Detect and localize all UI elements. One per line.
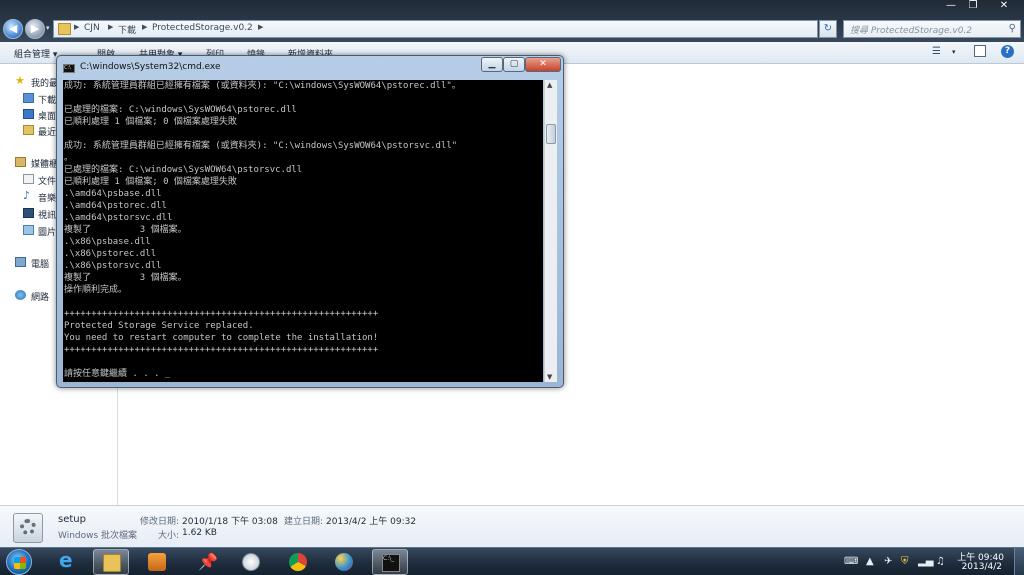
- media-player-icon: [148, 553, 166, 571]
- explorer-restore-button[interactable]: ❐: [962, 0, 984, 14]
- taskbar-app-chrome[interactable]: [280, 549, 316, 575]
- cmd-scrollbar[interactable]: ▲ ▼: [544, 80, 557, 382]
- pin-icon: 📌: [198, 552, 218, 571]
- nav-item-label: 最近: [38, 128, 57, 138]
- system-tray: ⌨ ▲ ✈ ⛨ ▂▄ ♫ 上午 09:40 2013/4/2: [844, 548, 1024, 575]
- recent-pages-dropdown-icon[interactable]: ▾: [46, 24, 50, 32]
- cmd-minimize-button[interactable]: ▁: [481, 57, 503, 72]
- forward-button[interactable]: ▶: [25, 19, 45, 39]
- cmd-window[interactable]: C:\ C:\windows\System32\cmd.exe ▁ ▢ ✕ 成功…: [56, 55, 564, 388]
- clock-date[interactable]: 2013/4/2: [962, 562, 1002, 572]
- cmd-window-title: C:\windows\System32\cmd.exe: [80, 62, 221, 72]
- taskbar-app-paint[interactable]: [326, 549, 362, 575]
- picture-icon: [23, 225, 34, 235]
- nav-item-label: 下載: [38, 96, 57, 106]
- breadcrumb-separator-icon[interactable]: ▶: [142, 23, 147, 31]
- gear-icon: [20, 519, 36, 535]
- details-created-label: 建立日期:: [284, 517, 324, 527]
- address-input[interactable]: ▶ CJN ▶ 下載 ▶ ProtectedStorage.v0.2 ▶ ▾: [53, 20, 862, 38]
- nav-item-label: 網路: [31, 293, 50, 303]
- refresh-button[interactable]: ↻: [819, 20, 837, 38]
- console-output[interactable]: 成功: 系統管理員群組已經擁有檔案 (或資料夾): "C:\windows\Sy…: [63, 80, 543, 382]
- cmd-maximize-button[interactable]: ▢: [503, 57, 525, 72]
- show-hidden-icons-icon[interactable]: ▲: [866, 556, 874, 567]
- console-text: 成功: 系統管理員群組已經擁有檔案 (或資料夾): "C:\windows\Sy…: [64, 81, 461, 379]
- nav-item-label: 圖片: [38, 228, 57, 238]
- scroll-up-icon[interactable]: ▲: [547, 81, 552, 89]
- breadcrumb-separator-icon[interactable]: ▶: [74, 23, 79, 31]
- desktop-icon: [23, 109, 34, 119]
- taskbar: e 📌 C:\_ ⌨ ▲ ✈ ⛨ ▂▄ ♫ 上午 09:40 2013/4/2: [0, 547, 1024, 575]
- internet-explorer-icon: e: [59, 548, 73, 572]
- star-icon: ★: [15, 74, 25, 87]
- cmd-icon: C:\_: [382, 554, 400, 572]
- breadcrumb-separator-icon[interactable]: ▶: [258, 23, 263, 31]
- organize-button[interactable]: 組合管理 ▾: [14, 47, 57, 60]
- scroll-down-icon[interactable]: ▼: [547, 373, 552, 381]
- network-icon: [15, 290, 26, 300]
- folder-icon: [58, 23, 71, 35]
- nav-item-label: 視訊: [38, 211, 57, 221]
- preview-pane-icon[interactable]: [974, 45, 986, 57]
- nav-item-label: 桌面: [38, 112, 57, 122]
- details-modified-value: 2010/1/18 下午 03:08: [182, 517, 278, 527]
- change-view-icon[interactable]: ☰: [932, 46, 941, 57]
- search-input[interactable]: 搜尋 ProtectedStorage.v0.2 ⚲: [843, 20, 1021, 38]
- computer-icon: [15, 257, 26, 267]
- search-icon[interactable]: ⚲: [1009, 23, 1016, 34]
- volume-icon[interactable]: ♫: [936, 556, 945, 567]
- taskbar-app-cmd[interactable]: C:\_: [372, 549, 408, 575]
- breadcrumb-separator-icon[interactable]: ▶: [108, 23, 113, 31]
- paint-icon: [335, 553, 353, 571]
- details-size-label: 大小:: [158, 531, 180, 541]
- nav-item-label: 文件: [38, 177, 57, 187]
- explorer-close-button[interactable]: ✕: [984, 0, 1024, 14]
- nav-item-label: 媒體櫃: [31, 160, 59, 170]
- flag-icon[interactable]: ✈: [884, 556, 892, 567]
- video-icon: [23, 208, 34, 218]
- folder-icon: [23, 93, 34, 103]
- breadcrumb-item[interactable]: ProtectedStorage.v0.2: [152, 23, 253, 33]
- batch-file-icon: [13, 513, 43, 543]
- taskbar-app-internet-explorer[interactable]: e: [49, 549, 85, 575]
- details-created-value: 2013/4/2 上午 09:32: [326, 517, 417, 527]
- nav-item-label: 電腦: [31, 260, 50, 270]
- taskbar-app-clock[interactable]: [233, 549, 269, 575]
- music-icon: ♪: [23, 189, 31, 202]
- details-pane: setup Windows 批次檔案 修改日期: 2010/1/18 下午 03…: [0, 505, 1024, 547]
- search-placeholder: 搜尋 ProtectedStorage.v0.2: [850, 26, 973, 36]
- show-desktop-button[interactable]: [1014, 548, 1024, 575]
- explorer-icon: [103, 554, 121, 572]
- view-dropdown-icon[interactable]: ▾: [952, 48, 956, 56]
- clock-app-icon: [242, 553, 260, 571]
- breadcrumb-item[interactable]: CJN: [84, 23, 100, 33]
- details-file-type: Windows 批次檔案: [58, 531, 138, 541]
- cmd-close-button[interactable]: ✕: [525, 57, 561, 72]
- breadcrumb-item[interactable]: 下載: [118, 23, 136, 36]
- details-file-name: setup: [58, 514, 86, 525]
- help-icon[interactable]: ?: [1001, 45, 1014, 58]
- start-button[interactable]: [6, 549, 32, 575]
- library-icon: [15, 157, 26, 167]
- cmd-icon[interactable]: C:\: [63, 64, 75, 73]
- explorer-minimize-button[interactable]: —: [940, 0, 962, 14]
- keyboard-icon[interactable]: ⌨: [844, 556, 858, 567]
- taskbar-app-media-player[interactable]: [139, 549, 175, 575]
- recent-icon: [23, 125, 34, 135]
- security-icon[interactable]: ⛨: [901, 556, 909, 567]
- details-size-value: 1.62 KB: [182, 528, 217, 538]
- document-icon: [23, 174, 34, 184]
- chrome-icon: [289, 553, 307, 571]
- windows-logo-icon: [14, 557, 26, 569]
- details-modified-label: 修改日期:: [140, 517, 180, 527]
- taskbar-app-pin[interactable]: 📌: [187, 549, 223, 575]
- scroll-thumb[interactable]: [546, 124, 556, 144]
- taskbar-app-explorer[interactable]: [93, 549, 129, 575]
- explorer-address-bar: — ❐ ✕ ◀ ▶ ▾ ▶ CJN ▶ 下載 ▶ ProtectedStorag…: [0, 0, 1024, 42]
- network-signal-icon[interactable]: ▂▄: [918, 556, 933, 567]
- nav-item-label: 音樂: [38, 194, 57, 204]
- back-button[interactable]: ◀: [3, 19, 23, 39]
